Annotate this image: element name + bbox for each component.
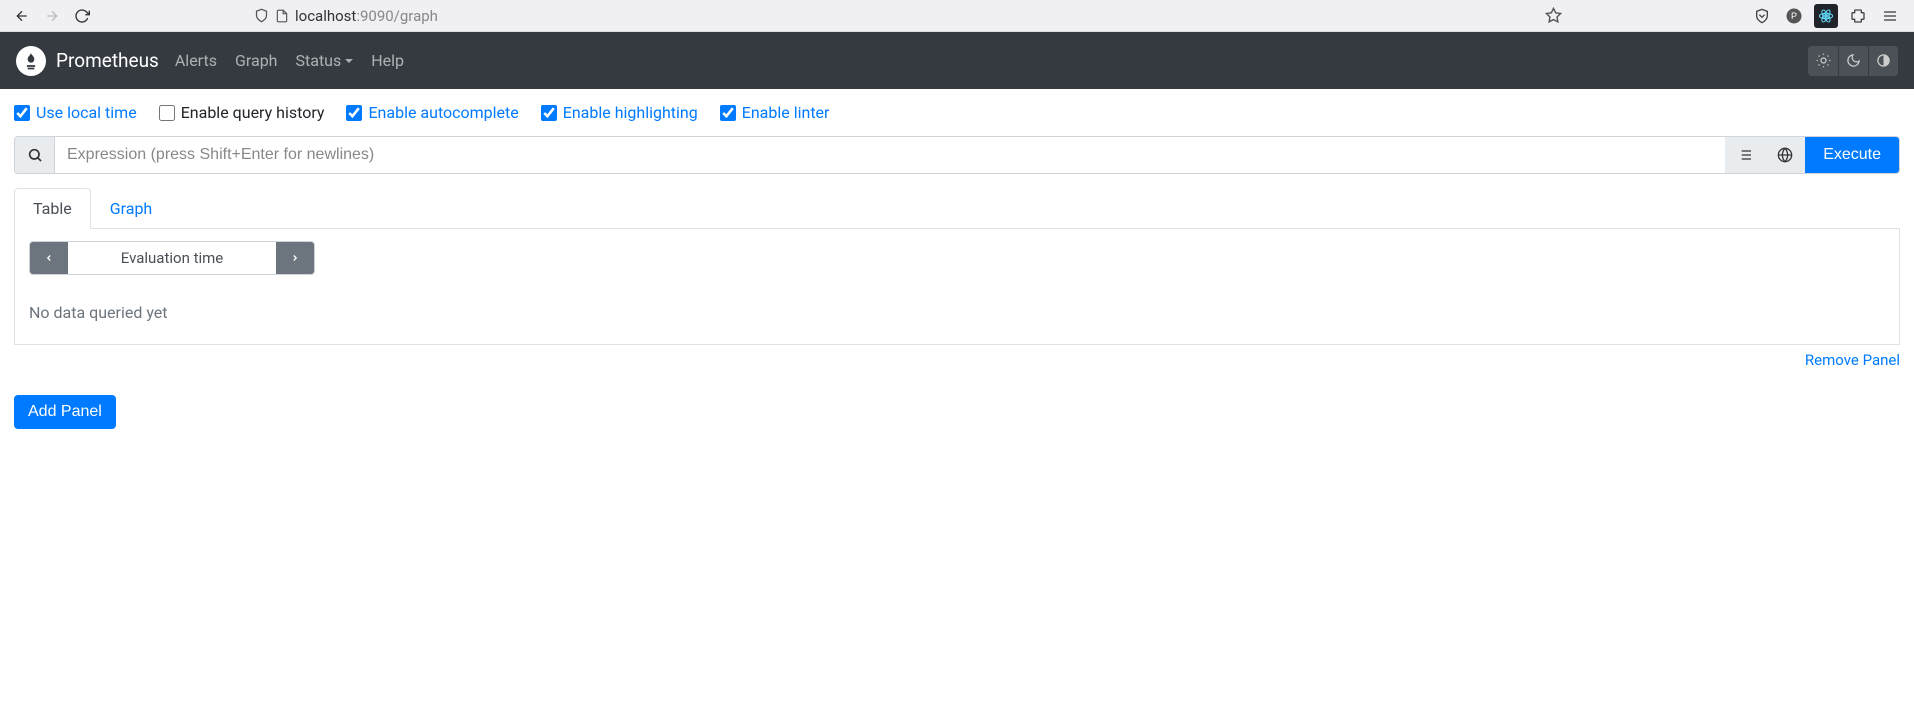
menu-icon[interactable] bbox=[1878, 4, 1902, 28]
expression-row: Execute bbox=[14, 136, 1900, 174]
evaluation-time-control: Evaluation time bbox=[29, 241, 315, 275]
browser-toolbar-right: P bbox=[1750, 4, 1906, 28]
format-button[interactable] bbox=[1725, 137, 1765, 173]
tab-graph[interactable]: Graph bbox=[91, 188, 172, 228]
page-icon bbox=[275, 9, 289, 23]
tab-table[interactable]: Table bbox=[14, 188, 91, 229]
pocket-icon[interactable] bbox=[1750, 4, 1774, 28]
extension-p-icon[interactable]: P bbox=[1782, 4, 1806, 28]
eval-prev-button[interactable] bbox=[30, 242, 68, 274]
app-navbar: Prometheus Alerts Graph Status Help bbox=[0, 32, 1914, 89]
url-path: :9090/graph bbox=[356, 7, 438, 25]
expression-input[interactable] bbox=[55, 137, 1725, 173]
brand[interactable]: Prometheus bbox=[16, 46, 159, 76]
reload-button[interactable] bbox=[68, 2, 96, 30]
opt-use-local-time[interactable]: Use local time bbox=[14, 103, 137, 122]
query-history-checkbox[interactable] bbox=[159, 105, 175, 121]
options-row: Use local time Enable query history Enab… bbox=[14, 103, 1900, 122]
extensions-icon[interactable] bbox=[1846, 4, 1870, 28]
chevron-down-icon bbox=[345, 59, 353, 63]
prometheus-logo-icon bbox=[16, 46, 46, 76]
browser-chrome: localhost:9090/graph P bbox=[0, 0, 1914, 32]
theme-dark-button[interactable] bbox=[1838, 46, 1868, 76]
use-local-time-checkbox[interactable] bbox=[14, 105, 30, 121]
nav-status-label: Status bbox=[296, 51, 342, 70]
theme-auto-button[interactable] bbox=[1868, 46, 1898, 76]
eval-time-input[interactable]: Evaluation time bbox=[68, 242, 276, 274]
forward-button[interactable] bbox=[38, 2, 66, 30]
back-button[interactable] bbox=[8, 2, 36, 30]
globe-button[interactable] bbox=[1765, 137, 1805, 173]
theme-toggle-group bbox=[1808, 46, 1898, 76]
result-tabs: Table Graph bbox=[14, 188, 1900, 229]
brand-text: Prometheus bbox=[56, 49, 159, 72]
address-bar[interactable]: localhost:9090/graph bbox=[246, 2, 1570, 30]
use-local-time-label: Use local time bbox=[36, 103, 137, 122]
highlighting-label: Enable highlighting bbox=[563, 103, 698, 122]
linter-label: Enable linter bbox=[742, 103, 830, 122]
highlighting-checkbox[interactable] bbox=[541, 105, 557, 121]
nav-alerts[interactable]: Alerts bbox=[175, 51, 217, 70]
query-history-label: Enable query history bbox=[181, 103, 325, 122]
main-content: Use local time Enable query history Enab… bbox=[0, 89, 1914, 443]
execute-button[interactable]: Execute bbox=[1805, 137, 1899, 173]
nav-help[interactable]: Help bbox=[371, 51, 404, 70]
nav-status[interactable]: Status bbox=[296, 51, 354, 70]
nav-graph[interactable]: Graph bbox=[235, 51, 278, 70]
eval-next-button[interactable] bbox=[276, 242, 314, 274]
svg-text:P: P bbox=[1791, 11, 1797, 21]
nav-links: Alerts Graph Status Help bbox=[175, 51, 404, 70]
linter-checkbox[interactable] bbox=[720, 105, 736, 121]
opt-query-history[interactable]: Enable query history bbox=[159, 103, 325, 122]
opt-linter[interactable]: Enable linter bbox=[720, 103, 830, 122]
bookmark-icon[interactable] bbox=[1545, 7, 1562, 24]
url-text: localhost:9090/graph bbox=[295, 7, 438, 25]
react-devtools-icon[interactable] bbox=[1814, 4, 1838, 28]
autocomplete-label: Enable autocomplete bbox=[368, 103, 518, 122]
remove-panel-link[interactable]: Remove Panel bbox=[1805, 351, 1900, 369]
panel-body: Evaluation time No data queried yet bbox=[14, 229, 1900, 345]
url-host: localhost bbox=[295, 7, 356, 25]
no-data-message: No data queried yet bbox=[29, 299, 1885, 332]
theme-light-button[interactable] bbox=[1808, 46, 1838, 76]
opt-autocomplete[interactable]: Enable autocomplete bbox=[346, 103, 518, 122]
search-icon[interactable] bbox=[15, 137, 55, 173]
shield-icon bbox=[254, 8, 269, 23]
browser-nav-buttons bbox=[8, 2, 96, 30]
autocomplete-checkbox[interactable] bbox=[346, 105, 362, 121]
remove-panel-row: Remove Panel bbox=[14, 351, 1900, 369]
add-panel-button[interactable]: Add Panel bbox=[14, 395, 116, 429]
opt-highlighting[interactable]: Enable highlighting bbox=[541, 103, 698, 122]
